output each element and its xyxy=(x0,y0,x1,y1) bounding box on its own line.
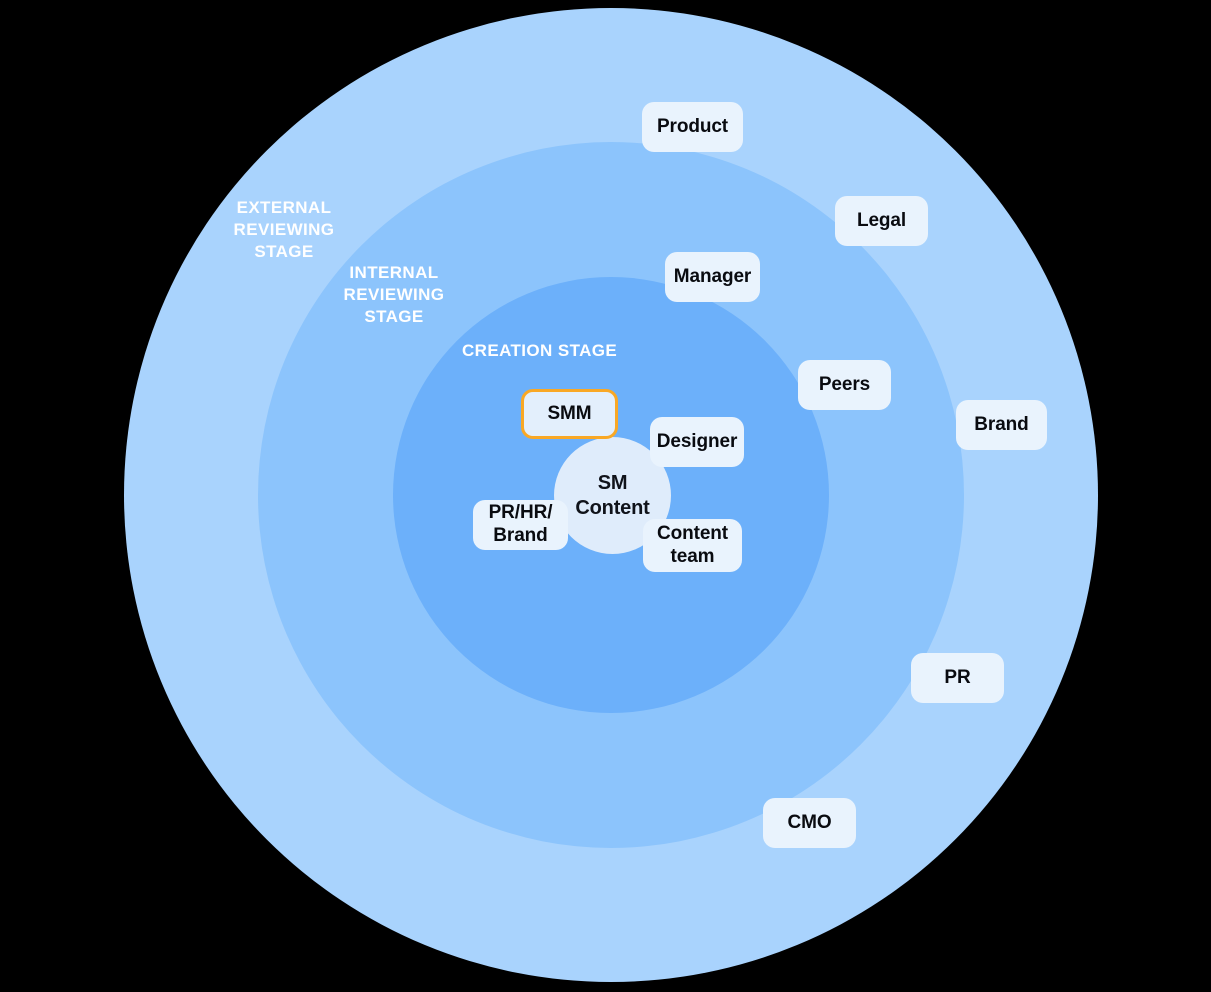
chip-product-label: Product xyxy=(656,115,729,137)
chip-pr-label: PR xyxy=(944,666,971,688)
chip-cmo-label: CMO xyxy=(787,811,832,833)
chip-peers[interactable]: Peers xyxy=(798,360,891,410)
chip-brand-label: Brand xyxy=(974,413,1029,435)
chip-pr-hr-brand[interactable]: PR/HR/ Brand xyxy=(473,500,568,550)
diagram-canvas: EXTERNAL REVIEWING STAGE INTERNAL REVIEW… xyxy=(0,0,1211,992)
chip-content-team-label: Content team xyxy=(656,522,729,567)
stage-caption-creation: CREATION STAGE xyxy=(462,341,618,360)
chip-designer[interactable]: Designer xyxy=(650,417,744,467)
chip-cmo[interactable]: CMO xyxy=(763,798,856,848)
core-circle-label: SM Content xyxy=(575,472,650,519)
chip-pr[interactable]: PR xyxy=(911,653,1004,703)
chip-designer-label: Designer xyxy=(656,430,738,452)
chip-legal[interactable]: Legal xyxy=(835,196,928,246)
chip-content-team[interactable]: Content team xyxy=(643,519,742,572)
chip-product[interactable]: Product xyxy=(642,102,743,152)
chip-manager[interactable]: Manager xyxy=(665,252,760,302)
chip-smm[interactable]: SMM xyxy=(521,389,618,439)
chip-manager-label: Manager xyxy=(673,265,752,287)
chip-brand[interactable]: Brand xyxy=(956,400,1047,450)
stage-caption-external: EXTERNAL REVIEWING STAGE xyxy=(233,198,335,261)
chip-smm-label: SMM xyxy=(547,402,592,424)
chip-legal-label: Legal xyxy=(856,209,907,231)
chip-peers-label: Peers xyxy=(818,373,871,395)
chip-pr-hr-brand-label: PR/HR/ Brand xyxy=(488,502,553,546)
stage-caption-internal: INTERNAL REVIEWING STAGE xyxy=(343,263,445,326)
